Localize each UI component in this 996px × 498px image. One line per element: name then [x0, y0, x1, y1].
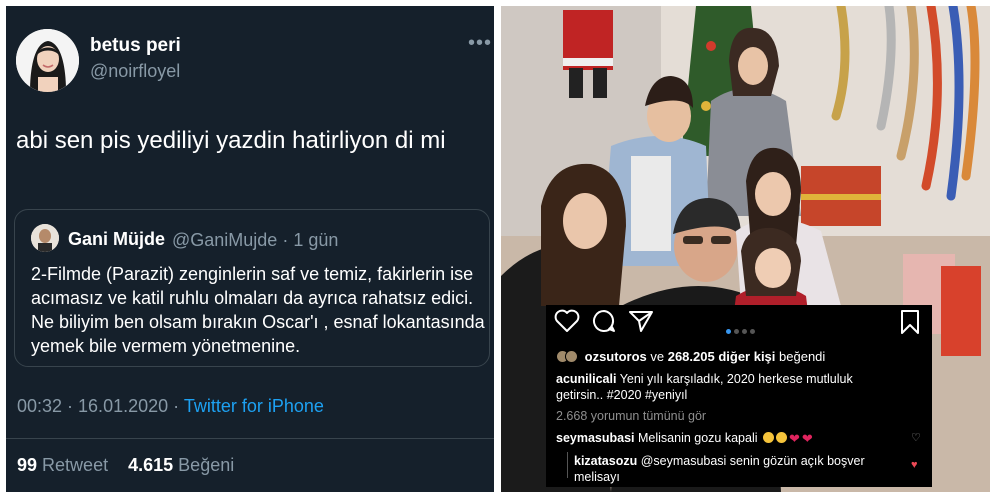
quoted-tweet[interactable]: Gani Müjde @GaniMujde · 1 gün 2-Filmde (…	[14, 209, 490, 367]
user-avatar[interactable]	[16, 29, 79, 92]
display-name[interactable]: betus peri	[90, 35, 181, 57]
liked-by-user[interactable]: ozsutoros	[585, 349, 647, 364]
reply-thread-line	[567, 452, 568, 478]
carousel-dot	[750, 329, 755, 334]
retweet-label: Retweet	[42, 455, 109, 475]
like-label: Beğeni	[178, 455, 235, 475]
carousel-dot	[726, 329, 731, 334]
sad-face-emoji-icon	[763, 432, 774, 443]
tweet-text: abi sen pis yediliyi yazdin hatirliyon d…	[16, 127, 446, 154]
comment-text: Melisanin gozu kapali	[634, 431, 761, 445]
instagram-post-panel: ozsutoros ve 268.205 diğer kişi beğendi …	[546, 305, 932, 487]
avatar-photo	[16, 29, 79, 92]
heart-outline-icon[interactable]	[554, 309, 580, 333]
like-count[interactable]: 4.615	[128, 455, 173, 475]
quoted-user-name: Gani Müjde	[68, 229, 166, 249]
red-heart-emoji-icon: ❤	[789, 431, 800, 446]
tweet-source-link[interactable]: Twitter for iPhone	[184, 396, 324, 416]
tweet-meta: 00:32 · 16.01.2020 · Twitter for iPhone	[17, 396, 324, 417]
liked-by-suffix: beğendi	[775, 349, 826, 364]
comment-like-icon[interactable]: ♡	[911, 431, 921, 444]
liked-by[interactable]: ozsutoros ve 268.205 diğer kişi beğendi	[556, 349, 825, 364]
laughing-emoji-icon	[776, 432, 787, 443]
caption-user[interactable]: acunilicali	[556, 372, 616, 386]
red-heart-emoji-icon: ❤	[801, 431, 813, 446]
view-all-comments[interactable]: 2.668 yorumun tümünü gör	[556, 409, 706, 423]
comment-liked-icon[interactable]: ♥	[911, 459, 918, 471]
retweet-count[interactable]: 99	[17, 455, 37, 475]
liked-by-connector: ve	[646, 349, 668, 364]
post-caption: acunilicali Yeni yılı karşıladık, 2020 h…	[556, 371, 896, 403]
quoted-user-handle: @GaniMujde · 1 gün	[172, 230, 339, 250]
quoted-tweet-text: 2-Filmde (Parazit) zenginlerin saf ve te…	[31, 264, 485, 356]
instagram-photo: ozsutoros ve 268.205 diğer kişi beğendi …	[501, 6, 990, 492]
tweet-timestamp: 00:32 · 16.01.2020 ·	[17, 396, 184, 416]
liked-by-count[interactable]: 268.205 diğer kişi	[668, 349, 776, 364]
quoted-user-avatar	[31, 224, 59, 252]
divider	[6, 438, 494, 439]
tweet-stats: 99 Retweet 4.615 Beğeni	[17, 455, 234, 476]
carousel-dot	[734, 329, 739, 334]
user-handle[interactable]: @noirfloyel	[90, 61, 180, 82]
comment-user[interactable]: seymasubasi	[556, 431, 635, 445]
post-actions	[554, 309, 924, 335]
more-horizontal-icon[interactable]: •••	[468, 32, 492, 55]
comment-reply: kizatasozu @seymasubasi senin gözün açık…	[574, 453, 894, 485]
liker-avatar	[565, 350, 578, 363]
comment-icon[interactable]	[591, 309, 617, 333]
comment-user[interactable]: kizatasozu	[574, 454, 637, 468]
share-icon[interactable]	[628, 309, 654, 333]
carousel-dot	[742, 329, 747, 334]
comment: seymasubasi Melisanin gozu kapali ❤ ❤	[556, 430, 906, 447]
bookmark-icon[interactable]	[898, 309, 922, 335]
carousel-indicator	[726, 321, 758, 339]
tweet-card: betus peri @noirfloyel ••• abi sen pis y…	[6, 6, 494, 492]
